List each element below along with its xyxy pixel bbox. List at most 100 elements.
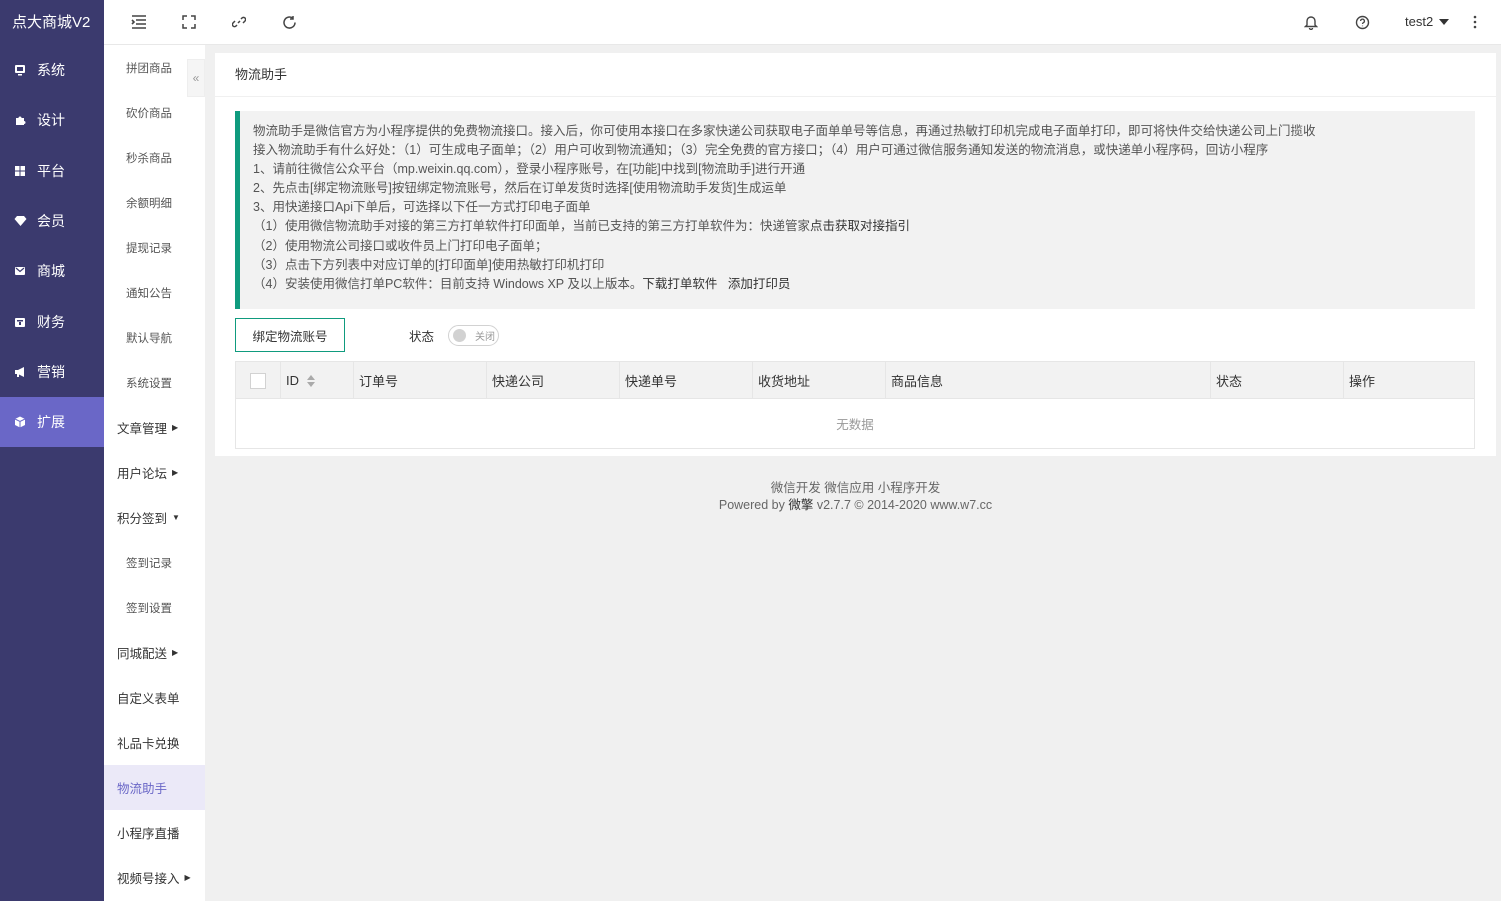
- sort-icon[interactable]: [307, 374, 315, 387]
- main-nav-item[interactable]: 商城: [0, 246, 104, 296]
- notice-line: 物流助手是微信官方为小程序提供的免费物流接口。接入后，你可使用本接口在多家快递公…: [253, 124, 1316, 138]
- collapse-sidebar-icon[interactable]: «: [187, 59, 205, 97]
- column-header-status: 状态: [1211, 362, 1344, 399]
- subnav-luntan[interactable]: 用户论坛 ▶: [104, 450, 205, 495]
- subnav-yue[interactable]: 余额明细: [104, 180, 205, 225]
- subnav-qiandao-jilu[interactable]: 签到记录: [104, 540, 205, 585]
- column-header-address: 收货地址: [753, 362, 886, 399]
- subnav-biaodan[interactable]: 自定义表单: [104, 675, 205, 720]
- megaphone-icon: [13, 365, 27, 379]
- footer: 微信开发 微信应用 小程序开发 Powered by 微擎 v2.7.7 © 2…: [215, 480, 1496, 514]
- subnav-tixian[interactable]: 提现记录: [104, 225, 205, 270]
- switch-knob: [453, 329, 466, 342]
- top-header: test2: [104, 0, 1501, 45]
- subnav-daohang[interactable]: 默认导航: [104, 315, 205, 360]
- subnav-zhibo[interactable]: 小程序直播: [104, 810, 205, 855]
- subnav-xitong[interactable]: 系统设置: [104, 360, 205, 405]
- subnav-tongzhi[interactable]: 通知公告: [104, 270, 205, 315]
- notice-text: （1）使用微信物流助手对接的第三方打单软件打印面单，当前已支持的第三方打单软件为…: [253, 219, 810, 234]
- main-nav-label: 商城: [37, 263, 65, 280]
- user-menu[interactable]: test2: [1405, 14, 1450, 29]
- more-vertical-icon[interactable]: [1466, 13, 1484, 31]
- page-title: 物流助手: [215, 53, 1496, 97]
- add-printer-link[interactable]: 添加打印员: [728, 277, 791, 291]
- column-header-express-company: 快递公司: [487, 362, 620, 399]
- brand-logo[interactable]: 点大商城V2: [0, 0, 104, 45]
- notice-text: （4）安装使用微信打单PC软件：目前支持 Windows XP 及以上版本。: [253, 276, 643, 291]
- logistics-table: ID 订单号 快递公司 快递单号 收货地址 商品信息 状态 操作 无数据: [235, 361, 1475, 449]
- fullscreen-icon[interactable]: [180, 13, 198, 31]
- table-header: ID 订单号 快递公司 快递单号 收货地址 商品信息 状态 操作: [236, 362, 1474, 399]
- main-nav-label: 系统: [37, 62, 65, 79]
- caret-right-icon: ▶: [172, 423, 179, 432]
- notice-line: 3、用快递接口Api下单后，可选择以下任一方式打印电子面单: [253, 200, 591, 215]
- cube-icon: [13, 415, 27, 429]
- notice-line: 1、请前往微信公众平台（mp.weixin.qq.com），登录小程序账号，在[…: [253, 162, 806, 177]
- main-nav-item[interactable]: 扩展: [0, 397, 104, 448]
- refresh-icon[interactable]: [280, 13, 298, 31]
- notice-line: （1）使用微信物流助手对接的第三方打单软件打印面单，当前已支持的第三方打单软件为…: [253, 217, 1462, 236]
- main-nav-label: 扩展: [37, 414, 65, 431]
- wallet-icon: [13, 315, 27, 329]
- subnav-qiandao-shezhi[interactable]: 签到设置: [104, 585, 205, 630]
- table-empty-text: 无数据: [836, 418, 874, 432]
- notice-line: （3）点击下方列表中对应订单的[打印面单]使用热敏打印机打印: [253, 257, 605, 272]
- column-header-order-no: 订单号: [354, 362, 487, 399]
- puzzle-icon: [13, 113, 27, 127]
- column-header-id[interactable]: ID: [281, 362, 354, 399]
- main-nav-item[interactable]: 财务: [0, 296, 104, 346]
- subnav-tongcheng[interactable]: 同城配送 ▶: [104, 630, 205, 675]
- main-nav-item[interactable]: 平台: [0, 146, 104, 196]
- notice-line: 2、先点击[绑定物流账号]按钮绑定物流账号，然后在订单发货时选择[使用物流助手发…: [253, 181, 787, 196]
- main-nav-item[interactable]: 会员: [0, 196, 104, 246]
- subnav-wenzhang[interactable]: 文章管理 ▶: [104, 405, 205, 450]
- subnav-label: 视频号接入: [117, 872, 180, 886]
- subnav-shipinhao[interactable]: 视频号接入 ▶: [104, 855, 205, 900]
- caret-right-icon: ▶: [172, 468, 179, 477]
- subnav-wuliu[interactable]: 物流助手: [104, 765, 205, 810]
- main-nav-item[interactable]: 营销: [0, 347, 104, 397]
- notice-box: 物流助手是微信官方为小程序提供的免费物流接口。接入后，你可使用本接口在多家快递公…: [235, 111, 1475, 309]
- bell-icon[interactable]: [1302, 13, 1320, 31]
- monitor-icon: [13, 63, 27, 77]
- link-icon[interactable]: [230, 13, 248, 31]
- subnav-label: 同城配送: [117, 647, 168, 661]
- menu-toggle-icon[interactable]: [130, 13, 148, 31]
- main-nav-label: 会员: [37, 213, 65, 230]
- subnav-label: 文章管理: [117, 422, 168, 436]
- caret-down-icon: [1439, 18, 1450, 25]
- status-label: 状态: [409, 330, 435, 344]
- caret-down-icon: ▼: [172, 513, 180, 522]
- subnav-label: 积分签到: [117, 512, 168, 526]
- footer-links[interactable]: 微信开发 微信应用 小程序开发: [215, 480, 1496, 497]
- column-header-express-no: 快递单号: [620, 362, 753, 399]
- powered-brand-link[interactable]: 微擎: [788, 498, 813, 512]
- notice-line: （4）安装使用微信打单PC软件：目前支持 Windows XP 及以上版本。下载…: [253, 275, 1462, 294]
- select-all-checkbox[interactable]: [250, 372, 266, 389]
- column-header-actions: 操作: [1349, 374, 1376, 389]
- notice-line: （2）使用物流公司接口或收件员上门打印电子面单；: [253, 238, 548, 253]
- powered-suffix: v2.7.7 © 2014-2020 www.w7.cc: [816, 498, 993, 512]
- main-nav-label: 设计: [37, 112, 65, 129]
- guide-link[interactable]: 点击获取对接指引: [810, 219, 910, 233]
- download-software-link[interactable]: 下载打单软件: [642, 277, 717, 291]
- column-header-goods-info: 商品信息: [886, 362, 1211, 399]
- main-nav-label: 财务: [37, 313, 65, 330]
- switch-text: 关闭: [475, 332, 495, 343]
- bind-logistics-account-button[interactable]: 绑定物流账号: [235, 318, 345, 352]
- subnav-lipinka[interactable]: 礼品卡兑换: [104, 720, 205, 765]
- help-icon[interactable]: [1353, 13, 1371, 31]
- caret-right-icon: ▶: [172, 648, 179, 657]
- footer-powered: Powered by 微擎 v2.7.7 © 2014-2020 www.w7.…: [215, 497, 1496, 514]
- diamond-icon: [13, 214, 27, 228]
- status-switch[interactable]: 关闭: [448, 325, 499, 346]
- column-label: ID: [286, 373, 299, 388]
- subnav-miaosha[interactable]: 秒杀商品: [104, 135, 205, 180]
- main-card: 物流助手 物流助手是微信官方为小程序提供的免费物流接口。接入后，你可使用本接口在…: [215, 53, 1496, 456]
- mail-icon: [13, 264, 27, 278]
- subnav-jifen[interactable]: 积分签到 ▼: [104, 495, 205, 540]
- caret-right-icon: ▶: [184, 873, 191, 882]
- main-nav-item[interactable]: 系统: [0, 45, 104, 95]
- main-nav-item[interactable]: 设计: [0, 95, 104, 145]
- powered-prefix: Powered by: [718, 498, 785, 512]
